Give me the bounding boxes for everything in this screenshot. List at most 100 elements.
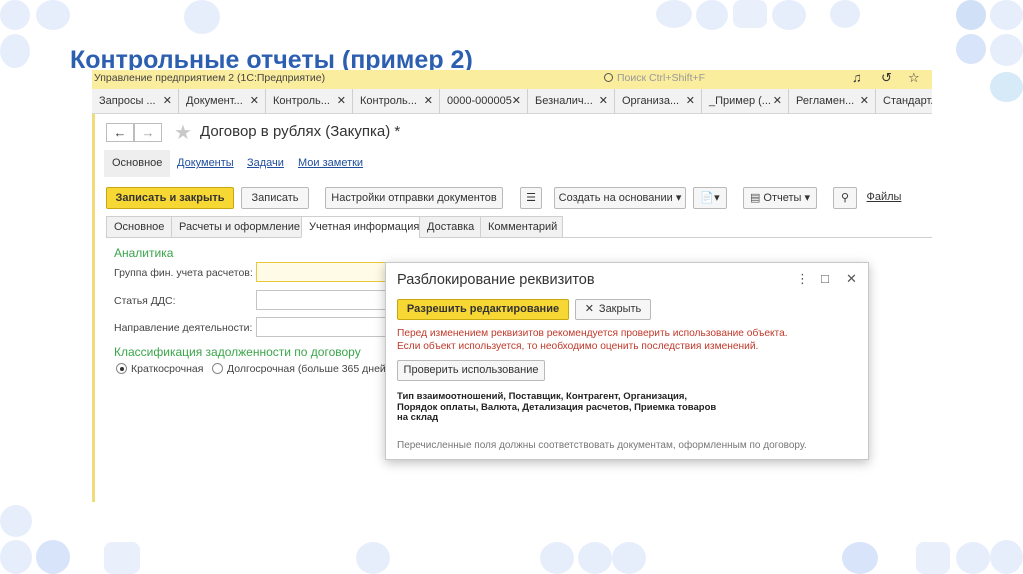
activity-label: Направление деятельности: [114, 322, 253, 334]
open-tab[interactable]: _Пример (... ✕ [702, 89, 789, 114]
tab-label: Запросы ... [99, 95, 156, 107]
reports-button[interactable]: ▤ Отчеты ▾ [743, 187, 817, 209]
radio-checked-icon [116, 363, 127, 374]
fin-group-input[interactable] [256, 262, 388, 282]
allow-edit-button[interactable]: Разрешить редактирование [397, 299, 569, 320]
tabs-divider [106, 237, 301, 238]
open-tab[interactable]: Документ... ✕ [179, 89, 266, 114]
decor-bubble [956, 0, 986, 30]
close-icon[interactable]: ✕ [512, 89, 521, 114]
locked-fields-list: Тип взаимоотношений, Поставщик, Контраге… [397, 391, 717, 423]
decor-bubble [184, 0, 220, 34]
tab-comment[interactable]: Комментарий [480, 216, 563, 238]
activity-input[interactable] [256, 317, 388, 337]
tab-label: Контроль... [360, 95, 417, 107]
forward-button[interactable]: → [134, 123, 162, 142]
save-close-button[interactable]: Записать и закрыть [106, 187, 234, 209]
dialog-title: Разблокирование реквизитов [397, 272, 595, 288]
decor-square [916, 542, 950, 574]
favorite-star-icon[interactable]: ★ [174, 120, 192, 145]
decor-bubble [656, 0, 692, 28]
subnav-main[interactable]: Основное [104, 150, 171, 177]
open-tab[interactable]: 0000-000005 ✕ [440, 89, 528, 114]
decor-bubble [990, 540, 1023, 574]
open-tabs-bar: Запросы ... ✕ Документ... ✕ Контроль... ✕ К… [92, 89, 932, 114]
back-button[interactable]: ← [106, 123, 134, 142]
close-icon[interactable]: ✕ [250, 89, 259, 114]
open-tab[interactable]: Организа... ✕ [615, 89, 702, 114]
reports-label: Отчеты [763, 192, 802, 204]
decor-bubble [578, 542, 612, 574]
unlock-dialog: Разблокирование реквизитов ⋮ □ ✕ Разреши… [385, 262, 869, 460]
search-icon [604, 73, 613, 82]
open-tab[interactable]: Запросы ... ✕ [92, 89, 179, 114]
bell-icon[interactable]: ♫ [852, 70, 862, 85]
decor-bubble [36, 540, 70, 574]
send-settings-button[interactable]: Настройки отправки документов [325, 187, 503, 209]
open-tab[interactable]: Контроль... ✕ [353, 89, 440, 114]
tab-main[interactable]: Основное [106, 216, 172, 238]
close-x-icon: ✕ [584, 303, 594, 315]
dds-item-label: Статья ДДС: [114, 295, 176, 307]
section-debt-classification: Классификация задолженности по договору [114, 345, 361, 359]
decor-square [733, 0, 767, 28]
attach-docs-icon[interactable]: 📄▾ [693, 187, 727, 209]
close-icon[interactable]: ✕ [846, 271, 857, 287]
fin-group-label: Группа фин. учета расчетов: [114, 267, 253, 279]
create-based-label: Создать на основании [558, 192, 673, 204]
check-usage-button[interactable]: Проверить использование [397, 360, 545, 381]
close-icon[interactable]: ✕ [424, 89, 433, 114]
tab-settlements[interactable]: Расчеты и оформление [171, 216, 302, 238]
create-based-button[interactable]: Создать на основании ▾ [554, 187, 686, 209]
close-icon[interactable]: ✕ [773, 89, 782, 114]
subnav-notes[interactable]: Мои заметки [298, 157, 363, 169]
close-icon[interactable]: ✕ [163, 89, 172, 114]
open-tab[interactable]: Стандарт... [876, 89, 932, 114]
dialog-close-button[interactable]: ✕ Закрыть [575, 299, 651, 320]
star-icon[interactable]: ☆ [908, 70, 920, 86]
files-link[interactable]: Файлы [864, 187, 904, 209]
open-tab[interactable]: Регламен... ✕ [789, 89, 876, 114]
decor-bubble [956, 542, 990, 574]
tab-delivery[interactable]: Доставка [419, 216, 481, 238]
decor-bubble [830, 0, 860, 28]
save-button[interactable]: Записать [241, 187, 309, 209]
paperclip-icon[interactable]: ⚲ [833, 187, 857, 209]
tab-label: Контроль... [273, 95, 330, 107]
decor-bubble [0, 505, 32, 537]
decor-bubble [356, 542, 390, 574]
open-tab[interactable]: Безналич... ✕ [528, 89, 615, 114]
dropdown-arrow-icon: ▾ [675, 192, 682, 204]
decor-bubble [772, 0, 806, 30]
close-icon[interactable]: ✕ [860, 89, 869, 114]
tabs-divider [420, 237, 932, 238]
decor-bubble [842, 542, 878, 574]
more-icon[interactable]: ⋮ [796, 271, 809, 287]
tab-accounting-info[interactable]: Учетная информация [301, 216, 420, 238]
decor-bubble [540, 542, 574, 574]
subnav-tasks[interactable]: Задачи [247, 157, 284, 169]
decor-bubble [0, 540, 32, 574]
close-icon[interactable]: ✕ [599, 89, 608, 114]
close-icon[interactable]: ✕ [337, 89, 346, 114]
open-tab[interactable]: Контроль... ✕ [266, 89, 353, 114]
dds-item-input[interactable] [256, 290, 388, 310]
titlebar: Управление предприятием 2 (1С:Предприяти… [92, 70, 932, 89]
slide-title: Контрольные отчеты (пример 2) [70, 46, 473, 72]
active-window-marker [92, 114, 95, 502]
history-icon[interactable]: ↺ [881, 70, 892, 86]
close-icon[interactable]: ✕ [686, 89, 695, 114]
warning-line-2: Если объект используется, то необходимо … [397, 341, 759, 352]
tab-label: Организа... [622, 95, 680, 107]
print-icon[interactable]: ☰ [520, 187, 542, 209]
maximize-icon[interactable]: □ [821, 271, 829, 286]
dropdown-arrow-icon: ▾ [804, 192, 811, 204]
subnav-documents[interactable]: Документы [177, 157, 234, 169]
radio-long-term[interactable]: Долгосрочная (больше 365 дней [212, 363, 386, 375]
decor-bubble [990, 72, 1023, 102]
decor-bubble [612, 542, 646, 574]
global-search[interactable]: Поиск Ctrl+Shift+F [604, 72, 705, 84]
radio-short-term[interactable]: Краткосрочная [116, 363, 203, 375]
decor-bubble [956, 34, 986, 64]
tab-label: _Пример (... [709, 95, 771, 107]
